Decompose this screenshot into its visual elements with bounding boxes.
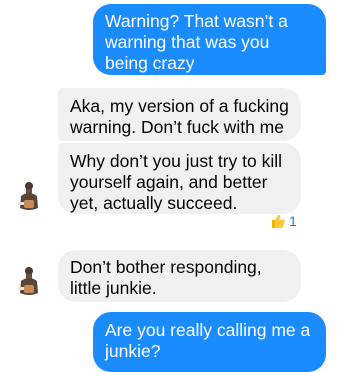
message-text: Are you really calling me a junkie? (105, 320, 311, 361)
contact-avatar[interactable] (15, 263, 43, 299)
message-bubble-sent[interactable]: Are you really calling me a junkie? (93, 312, 326, 372)
message-text: Why don’t you just try to kill yourself … (70, 151, 283, 213)
thumbs-up-icon (272, 214, 285, 228)
message-bubble-received[interactable]: Why don’t you just try to kill yourself … (58, 143, 301, 214)
reaction-count: 1 (289, 213, 297, 229)
reaction-badge[interactable]: 1 (270, 211, 297, 231)
contact-avatar[interactable] (15, 178, 43, 214)
message-bubble-received[interactable]: Aka, my version of a fucking warning. Do… (58, 88, 301, 141)
message-text: Warning? That wasn’t a warning that was … (105, 11, 288, 73)
message-text: Aka, my version of a fucking warning. Do… (70, 96, 289, 137)
message-bubble-received[interactable]: Don’t bother responding, little junkie. (58, 250, 301, 302)
message-bubble-sent[interactable]: Warning? That wasn’t a warning that was … (93, 4, 326, 75)
message-text: Don’t bother responding, little junkie. (70, 257, 262, 298)
